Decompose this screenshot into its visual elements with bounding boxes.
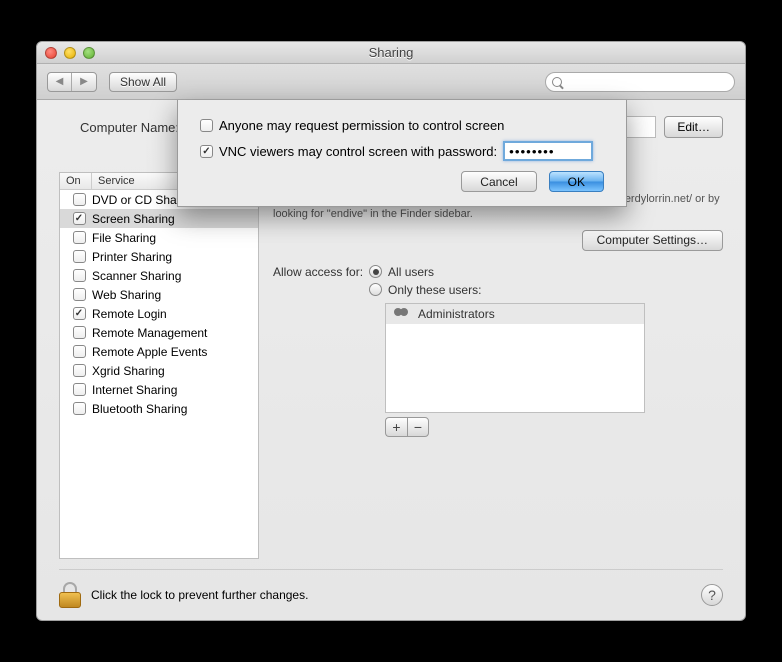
- forward-icon[interactable]: ▶: [72, 73, 96, 91]
- help-button[interactable]: ?: [701, 584, 723, 606]
- service-label: Printer Sharing: [92, 250, 172, 264]
- radio-off-icon: [369, 283, 382, 296]
- service-checkbox[interactable]: [73, 250, 86, 263]
- close-icon[interactable]: [45, 47, 57, 59]
- table-row[interactable]: Web Sharing: [60, 285, 258, 304]
- detail-pane: Screen Sharing: On Other users can acces…: [273, 172, 723, 559]
- radio-only-users[interactable]: Only these users:: [369, 283, 481, 297]
- lock-icon[interactable]: [59, 582, 81, 608]
- add-button[interactable]: +: [385, 417, 407, 437]
- option-vnc-label: VNC viewers may control screen with pass…: [219, 144, 497, 159]
- group-icon: [394, 308, 410, 320]
- computer-settings-button[interactable]: Computer Settings…: [582, 230, 723, 251]
- checkbox-vnc[interactable]: [200, 145, 213, 158]
- access-label: Allow access for:: [273, 265, 363, 279]
- table-row[interactable]: Remote Login: [60, 304, 258, 323]
- table-row[interactable]: Bluetooth Sharing: [60, 399, 258, 418]
- service-checkbox[interactable]: [73, 383, 86, 396]
- service-label: Remote Login: [92, 307, 167, 321]
- service-label: Screen Sharing: [92, 212, 175, 226]
- service-table: On Service DVD or CD SharingScreen Shari…: [59, 172, 259, 559]
- access-row: Allow access for: All users Only these u…: [273, 265, 723, 297]
- option-anyone-row[interactable]: Anyone may request permission to control…: [200, 118, 604, 133]
- radio-on-icon: [369, 265, 382, 278]
- ok-button[interactable]: OK: [549, 171, 604, 192]
- service-label: Internet Sharing: [92, 383, 177, 397]
- table-row[interactable]: Printer Sharing: [60, 247, 258, 266]
- service-checkbox[interactable]: [73, 345, 86, 358]
- table-row[interactable]: Internet Sharing: [60, 380, 258, 399]
- checkbox-anyone[interactable]: [200, 119, 213, 132]
- table-row[interactable]: Xgrid Sharing: [60, 361, 258, 380]
- lock-text: Click the lock to prevent further change…: [91, 588, 308, 602]
- service-checkbox[interactable]: [73, 402, 86, 415]
- main-split: On Service DVD or CD SharingScreen Shari…: [59, 172, 723, 559]
- search-icon: [552, 77, 562, 87]
- service-label: Remote Apple Events: [92, 345, 207, 359]
- option-vnc-row[interactable]: VNC viewers may control screen with pass…: [200, 141, 604, 161]
- user-list[interactable]: Administrators: [385, 303, 645, 413]
- table-row[interactable]: Remote Apple Events: [60, 342, 258, 361]
- radio-only-label: Only these users:: [388, 283, 481, 297]
- computer-settings-sheet: Anyone may request permission to control…: [177, 100, 627, 207]
- service-checkbox[interactable]: [73, 288, 86, 301]
- user-add-remove: + −: [385, 417, 723, 437]
- search-input[interactable]: [545, 72, 735, 92]
- edit-button[interactable]: Edit…: [664, 116, 723, 138]
- back-icon[interactable]: ◀: [48, 73, 72, 91]
- service-label: Xgrid Sharing: [92, 364, 165, 378]
- service-label: File Sharing: [92, 231, 156, 245]
- service-checkbox[interactable]: [73, 269, 86, 282]
- table-row[interactable]: File Sharing: [60, 228, 258, 247]
- nav-back-forward[interactable]: ◀ ▶: [47, 72, 97, 92]
- service-checkbox[interactable]: [73, 212, 86, 225]
- service-checkbox[interactable]: [73, 364, 86, 377]
- cancel-button[interactable]: Cancel: [461, 171, 536, 192]
- show-all-button[interactable]: Show All: [109, 72, 177, 92]
- toolbar: ◀ ▶ Show All: [37, 64, 745, 100]
- service-label: Web Sharing: [92, 288, 161, 302]
- service-label: Remote Management: [92, 326, 207, 340]
- service-checkbox[interactable]: [73, 326, 86, 339]
- radio-all-label: All users: [388, 265, 434, 279]
- user-label: Administrators: [418, 307, 495, 321]
- table-row[interactable]: Scanner Sharing: [60, 266, 258, 285]
- zoom-icon[interactable]: [83, 47, 95, 59]
- vnc-password-field[interactable]: [503, 141, 593, 161]
- option-anyone-label: Anyone may request permission to control…: [219, 118, 504, 133]
- computer-name-label: Computer Name:: [59, 120, 179, 135]
- table-row[interactable]: Screen Sharing: [60, 209, 258, 228]
- radio-all-users[interactable]: All users: [369, 265, 481, 279]
- remove-button[interactable]: −: [407, 417, 429, 437]
- list-item[interactable]: Administrators: [386, 304, 644, 324]
- service-label: Bluetooth Sharing: [92, 402, 187, 416]
- service-checkbox[interactable]: [73, 193, 86, 206]
- titlebar: Sharing: [37, 42, 745, 64]
- hdr-service: Service: [92, 173, 141, 189]
- service-checkbox[interactable]: [73, 231, 86, 244]
- footer: Click the lock to prevent further change…: [59, 569, 723, 608]
- traffic-lights: [45, 47, 95, 59]
- service-label: Scanner Sharing: [92, 269, 181, 283]
- service-checkbox[interactable]: [73, 307, 86, 320]
- hdr-on: On: [60, 173, 92, 189]
- sharing-window: Sharing ◀ ▶ Show All Computer Name: Edit…: [36, 41, 746, 621]
- table-row[interactable]: Remote Management: [60, 323, 258, 342]
- window-title: Sharing: [45, 45, 737, 60]
- minimize-icon[interactable]: [64, 47, 76, 59]
